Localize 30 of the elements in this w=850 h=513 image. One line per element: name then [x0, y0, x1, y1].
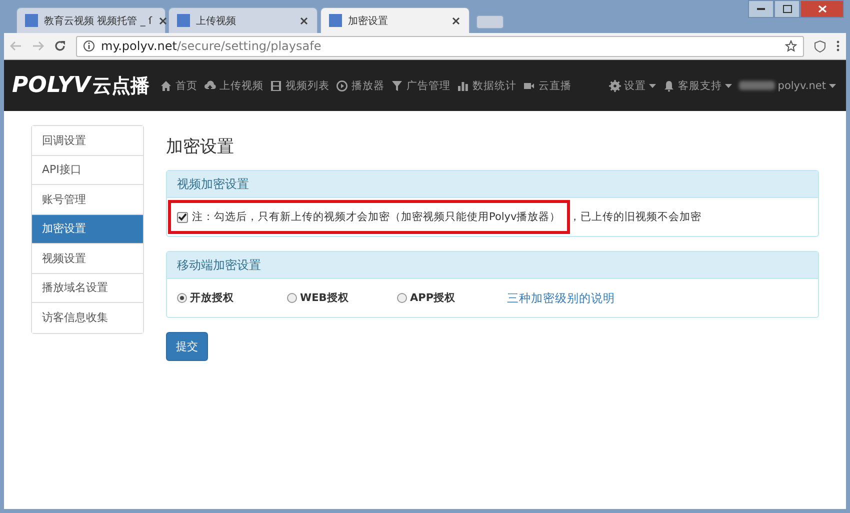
sidebar-item[interactable]: 加密设置: [32, 214, 143, 244]
nav-link[interactable]: polyv.net: [738, 80, 836, 92]
checkbox-label: 注：勾选后，只有新上传的视频才会加密（加密视频只能使用Polyv播放器）: [192, 210, 561, 224]
radio-option[interactable]: WEB授权: [287, 291, 397, 305]
logo[interactable]: POLYV云点播: [12, 72, 150, 98]
nav-link[interactable]: 客服支持: [662, 78, 732, 92]
nav-link[interactable]: 首页: [160, 78, 198, 92]
sidebar-item[interactable]: 播放域名设置: [32, 274, 143, 303]
browser-tab[interactable]: 教育云视频 视频托管 _ ſ: [16, 7, 166, 33]
nav-link[interactable]: 云直播: [523, 78, 572, 92]
nav-link[interactable]: 上传视频: [204, 78, 264, 92]
browser-tab[interactable]: 上传视频: [168, 7, 318, 33]
submit-button[interactable]: 提交: [166, 332, 208, 361]
radio-option[interactable]: APP授权: [397, 291, 507, 305]
sidebar-item[interactable]: API接口: [32, 156, 143, 185]
panel-title: 视频加密设置: [167, 171, 818, 198]
help-link[interactable]: 三种加密级别的说明: [507, 290, 615, 306]
nav-link[interactable]: 设置: [608, 78, 656, 92]
nav-link[interactable]: 视频列表: [270, 78, 330, 92]
url-text: my.polyv.net/secure/setting/playsafe: [101, 39, 322, 53]
nav-link[interactable]: 广告管理: [391, 78, 450, 92]
nav-link[interactable]: 数据统计: [457, 78, 516, 92]
address-bar[interactable]: my.polyv.net/secure/setting/playsafe: [76, 36, 804, 56]
browser-tab[interactable]: 加密设置: [320, 7, 470, 33]
note-text: ，已上传的旧视频不会加密: [570, 210, 702, 224]
page-title: 加密设置: [166, 136, 235, 158]
nav-link[interactable]: 播放器: [336, 78, 384, 92]
radio-option[interactable]: 开放授权: [177, 291, 287, 305]
sidebar-item[interactable]: 回调设置: [32, 126, 143, 156]
panel-title: 移动端加密设置: [167, 252, 818, 279]
